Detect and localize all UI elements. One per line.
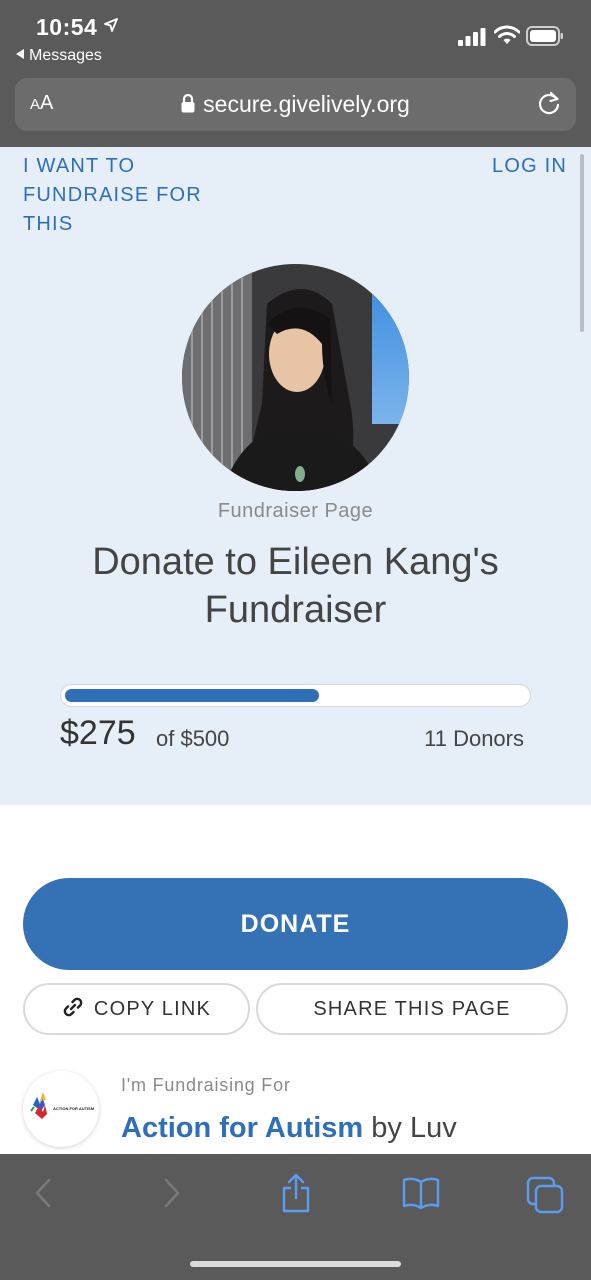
lock-icon — [181, 94, 195, 113]
donate-button[interactable]: DONATE — [23, 878, 568, 970]
organizer-text: by Luv — [363, 1112, 457, 1144]
signal-icon — [458, 28, 486, 46]
goal-amount: of $500 — [156, 726, 230, 751]
page-title: Donate to Eileen Kang's Fundraiser — [92, 541, 499, 631]
reload-icon[interactable] — [536, 91, 562, 117]
amount-raised: $275 — [60, 714, 136, 752]
url-text: secure.givelively.org — [203, 91, 410, 117]
battery-icon — [526, 26, 563, 46]
forward-icon[interactable] — [162, 1176, 182, 1210]
progress-bar-fill — [65, 689, 319, 702]
org-logo[interactable]: ACTION FOR AUTISM — [23, 1071, 99, 1147]
location-arrow-icon — [104, 18, 118, 32]
org-logo-text: ACTION FOR AUTISM — [53, 1106, 95, 1111]
back-to-messages-link[interactable]: Messages — [16, 47, 102, 65]
login-link[interactable]: LOG IN — [492, 152, 567, 181]
fundraising-for-label: I'm Fundraising For — [121, 1075, 291, 1095]
organization-link[interactable]: Action for Autism — [121, 1112, 363, 1144]
donor-count: 11 Donors — [424, 726, 524, 751]
fundraise-for-this-link[interactable]: I WANT TO FUNDRAISE FOR THIS — [23, 152, 223, 239]
tabs-icon[interactable] — [526, 1176, 564, 1214]
fundraiser-avatar — [182, 264, 409, 491]
share-this-page-button[interactable]: SHARE THIS PAGE — [256, 983, 568, 1035]
link-icon — [63, 997, 83, 1017]
share-icon[interactable] — [280, 1172, 312, 1214]
back-triangle-icon — [16, 49, 24, 59]
url-field[interactable]: secure.givelively.org — [15, 91, 576, 118]
status-and-address-bar: 10:54 Messages AA secure.givelively.org — [0, 0, 591, 147]
progress-bar — [60, 684, 531, 707]
fundraiser-page-label: Fundraiser Page — [217, 500, 374, 522]
scroll-indicator[interactable] — [580, 154, 584, 332]
wifi-icon — [494, 25, 520, 44]
copy-link-button[interactable]: COPY LINK — [23, 983, 250, 1035]
back-icon[interactable] — [33, 1176, 53, 1210]
bookmarks-icon[interactable] — [401, 1176, 441, 1210]
address-bar[interactable]: AA secure.givelively.org — [15, 78, 576, 131]
status-time: 10:54 — [36, 14, 98, 40]
organization-line: Action for Autism by Luv — [121, 1112, 457, 1145]
home-indicator[interactable] — [190, 1261, 401, 1267]
